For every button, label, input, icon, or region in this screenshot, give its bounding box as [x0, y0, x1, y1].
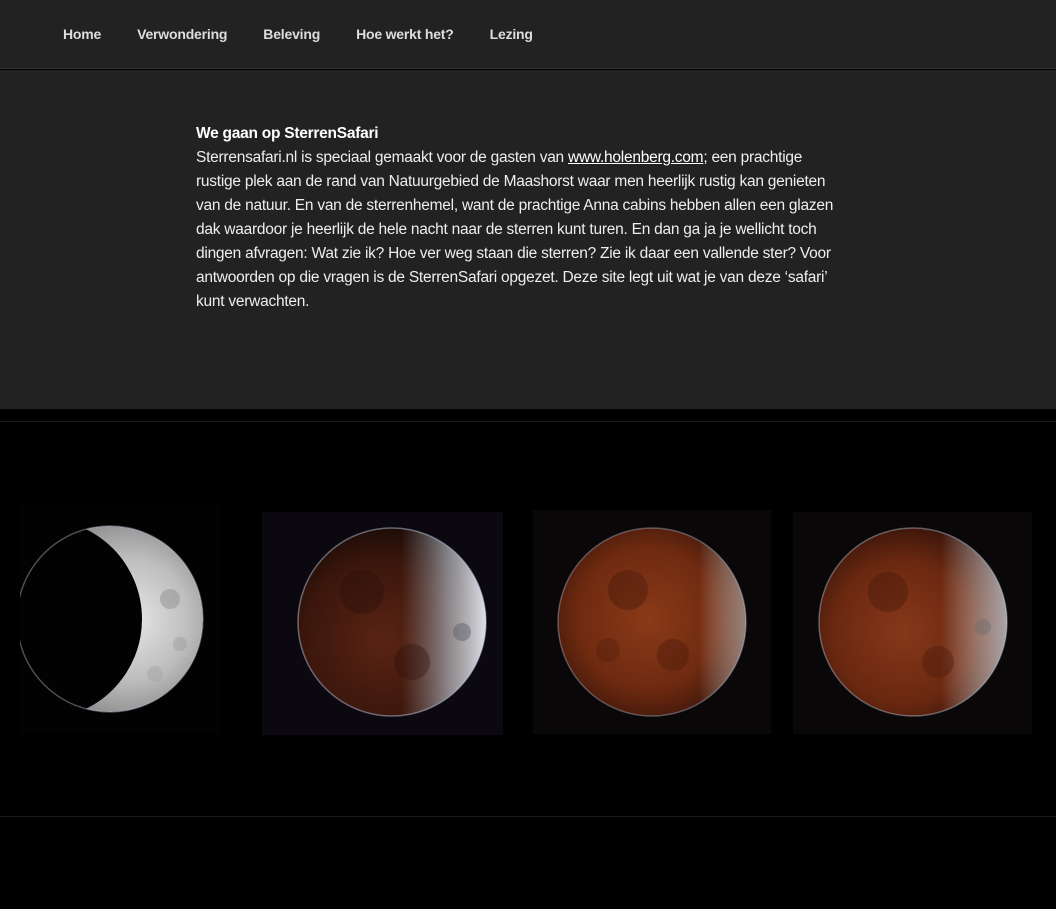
nav-item-beleving: Beleving — [245, 24, 338, 44]
lunar-eclipse-image — [0, 409, 1056, 817]
moon-phase-3 — [533, 510, 771, 734]
moon-phase-1 — [20, 504, 220, 734]
nav-item-verwondering: Verwondering — [119, 24, 245, 44]
nav-link-hoe-werkt-het[interactable]: Hoe werkt het? — [338, 24, 472, 44]
holenberg-link[interactable]: www.holenberg.com — [568, 149, 704, 166]
nav-item-lezing: Lezing — [472, 24, 551, 44]
intro-paragraph: Sterrensafari.nl is speciaal gemaakt voo… — [196, 146, 846, 314]
intro-text-before-link: Sterrensafari.nl is speciaal gemaakt voo… — [196, 149, 568, 166]
nav-link-lezing[interactable]: Lezing — [472, 24, 551, 44]
divider-top — [0, 421, 1056, 422]
intro-section: We gaan op SterrenSafari Sterrensafari.n… — [0, 70, 1056, 409]
main-navigation: Home Verwondering Beleving Hoe werkt het… — [0, 0, 1056, 69]
intro-text-after-link: ; een prachtige rustige plek aan de rand… — [196, 149, 834, 310]
nav-item-home: Home — [45, 24, 119, 44]
moon-phase-2 — [262, 512, 503, 735]
nav-link-beleving[interactable]: Beleving — [245, 24, 338, 44]
nav-link-verwondering[interactable]: Verwondering — [119, 24, 245, 44]
site: Home Verwondering Beleving Hoe werkt het… — [0, 0, 1056, 909]
nav-item-hoe-werkt-het: Hoe werkt het? — [338, 24, 472, 44]
nav-link-home[interactable]: Home — [45, 24, 119, 44]
nav-menu: Home Verwondering Beleving Hoe werkt het… — [45, 24, 551, 44]
intro-heading: We gaan op SterrenSafari — [196, 125, 379, 142]
divider-bottom — [0, 816, 1056, 817]
intro-entry: We gaan op SterrenSafari Sterrensafari.n… — [196, 122, 846, 314]
moon-phase-4 — [793, 512, 1032, 734]
